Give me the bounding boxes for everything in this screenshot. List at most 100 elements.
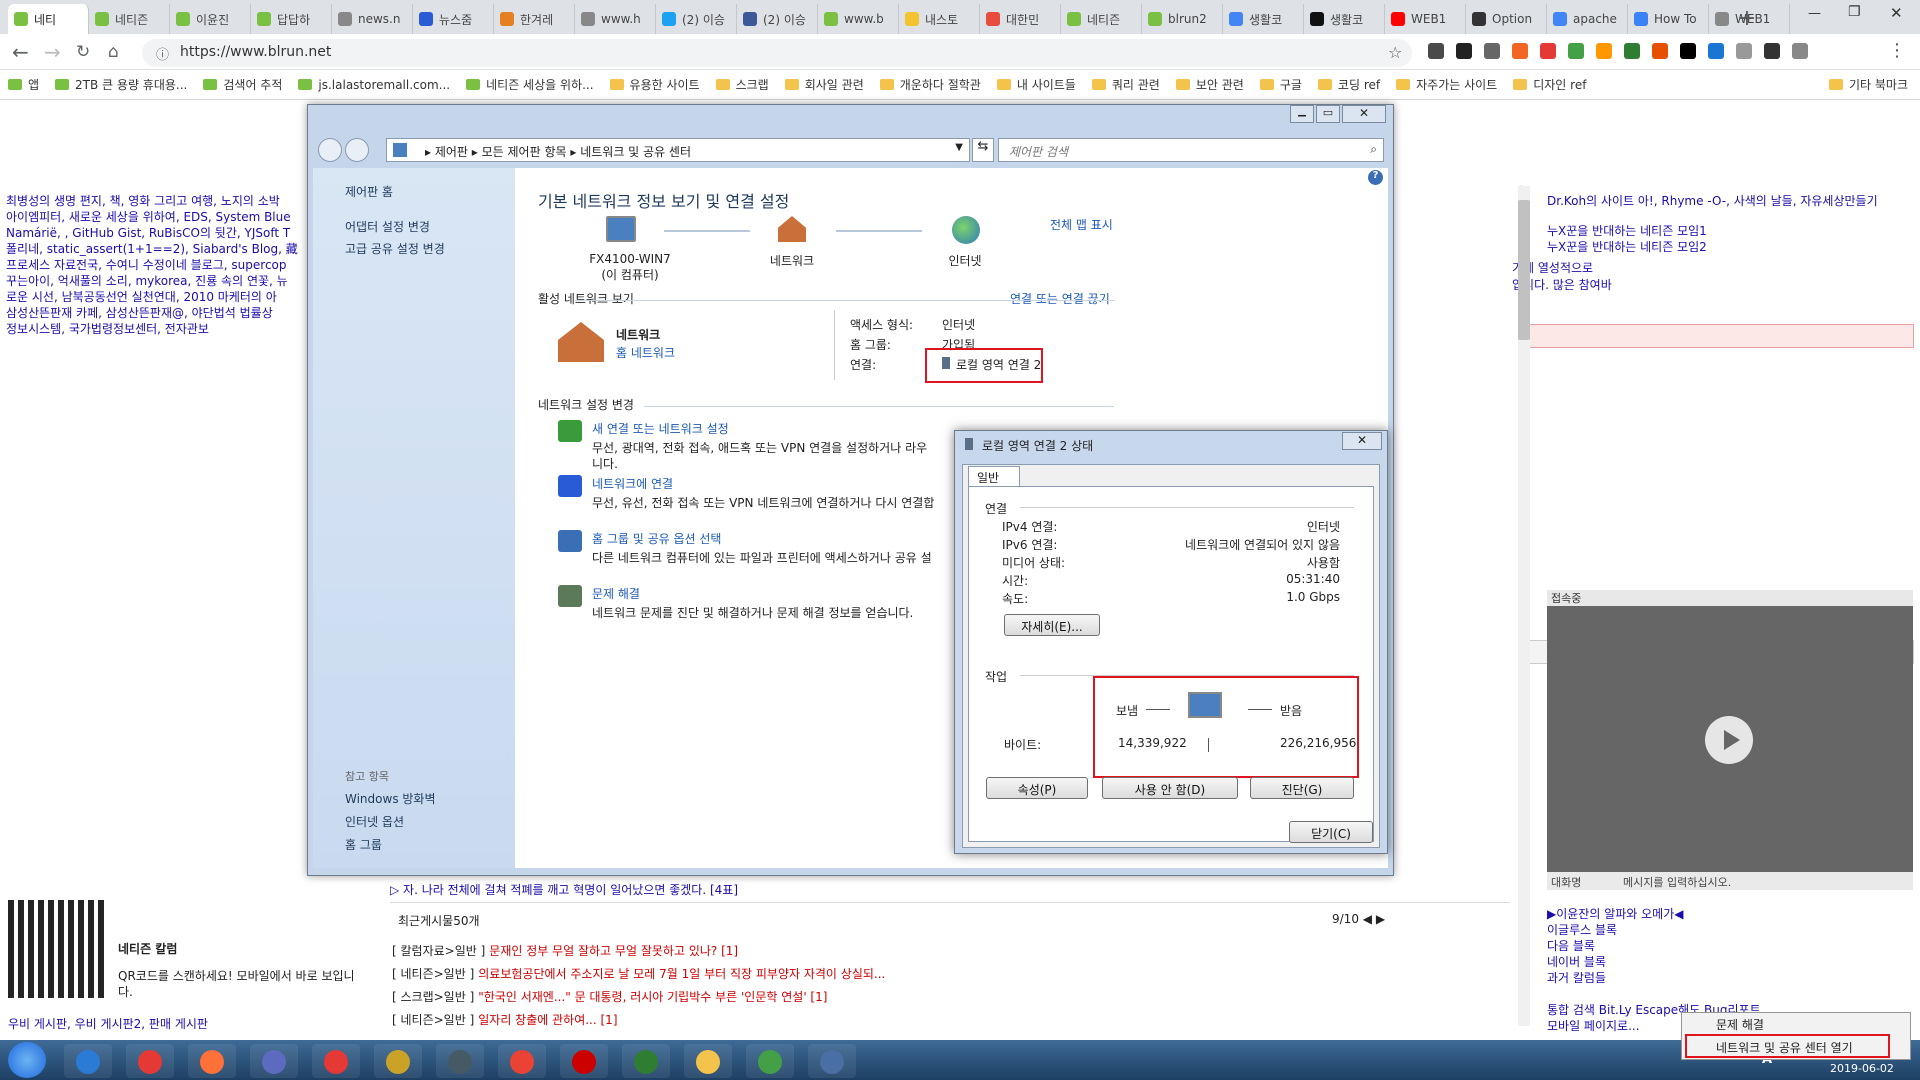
post-row[interactable]: [ 스크랩>일반 ] "한국인 서재엔..." 문 대통령, 러시아 기립박수 부… [392, 988, 827, 1005]
task-link[interactable]: 문제 해결 [592, 585, 640, 602]
next-icon[interactable]: ▶ [1376, 912, 1385, 926]
bookmark-item[interactable]: js.lalastoremall.com... [298, 78, 450, 92]
forward-icon[interactable]: → [44, 40, 61, 64]
play-icon[interactable] [1705, 716, 1753, 764]
blog-links-line[interactable]: 삼성산뜬판재 카페, 삼성산뜬판재@, 야단법석 법률상 [6, 305, 306, 321]
cp-forward-button[interactable] [345, 138, 369, 162]
menu-open-network-center[interactable]: 네트워크 및 공유 센터 열기 [1716, 1039, 1853, 1056]
extension-icon[interactable] [1680, 43, 1696, 59]
bookmark-item[interactable]: 검색어 추적 [203, 76, 282, 93]
right-nav-link[interactable]: 이글루스 블록 [1547, 922, 1617, 938]
taskbar-app[interactable] [312, 1044, 360, 1078]
post-title[interactable]: "한국인 서재엔..." 문 대통령, 러시아 기립박수 부른 '인문학 연설'… [478, 990, 827, 1004]
extension-icon[interactable] [1428, 43, 1444, 59]
tab[interactable]: (2) 이승 [656, 4, 737, 34]
disable-button[interactable]: 사용 안 함(D) [1102, 777, 1238, 799]
blog-links-line[interactable]: 아이엠피터, 새로운 세상을 위하여, EDS, System Blue [6, 209, 306, 225]
diagnose-button[interactable]: 진단(G) [1250, 777, 1354, 799]
extension-icon[interactable] [1792, 43, 1808, 59]
taskbar-app[interactable] [498, 1044, 546, 1078]
page-scrollbar[interactable] [1518, 186, 1530, 1026]
bookmark-item[interactable]: 스크랩 [715, 76, 769, 93]
breadcrumb-item[interactable]: 모든 제어판 항목 [482, 145, 567, 159]
extension-icon[interactable] [1624, 43, 1640, 59]
dialog-close-icon[interactable]: ✕ [1342, 432, 1382, 450]
extension-icon[interactable] [1736, 43, 1752, 59]
minimize-button[interactable]: — [1808, 6, 1821, 21]
right-bottom-link[interactable]: 모바일 페이지로... [1547, 1018, 1640, 1034]
tab[interactable]: How To [1628, 4, 1709, 34]
extension-icon[interactable] [1652, 43, 1668, 59]
breadcrumb-item[interactable]: 네트워크 및 공유 센터 [580, 145, 691, 159]
task-link[interactable]: 네트워크에 연결 [592, 475, 673, 492]
taskbar-app[interactable] [126, 1044, 174, 1078]
tab[interactable]: Option [1466, 4, 1547, 34]
extension-icon[interactable] [1568, 43, 1584, 59]
other-bookmarks[interactable]: 기타 북마크 [1828, 76, 1908, 93]
right-nav-link[interactable]: 과거 칼럼들 [1547, 970, 1606, 986]
new-tab-button[interactable]: + [1734, 6, 1760, 32]
bookmark-item[interactable]: 회사일 관련 [784, 76, 864, 93]
post-title[interactable]: 일자리 창출에 관하여... [1] [478, 1013, 617, 1027]
extension-icon[interactable] [1540, 43, 1556, 59]
bookmark-item[interactable]: 쿼리 관련 [1091, 76, 1160, 93]
tab[interactable]: 내스토 [899, 4, 980, 34]
tab[interactable]: 대한민 [980, 4, 1061, 34]
right-link[interactable]: 누X꾼을 반대하는 네티즌 모임1 [1547, 223, 1707, 239]
extension-icon[interactable] [1764, 43, 1780, 59]
blog-links-line[interactable]: Namárië, , GitHub Gist, RuBisCO의 뒷간, YJS… [6, 225, 306, 241]
close-window-button[interactable]: ✕ [1890, 4, 1903, 22]
tab[interactable]: 이윤진 [170, 4, 251, 34]
taskbar-app[interactable] [436, 1044, 484, 1078]
cp-back-button[interactable] [318, 138, 342, 162]
bookmark-item[interactable]: 앱 [8, 76, 39, 93]
task-link[interactable]: 새 연결 또는 네트워크 설정 [592, 420, 729, 437]
bookmark-item[interactable]: 유용한 사이트 [609, 76, 700, 93]
taskbar-app[interactable] [374, 1044, 422, 1078]
right-nav-link[interactable]: ▶이윤잔의 알파와 오메가◀ [1547, 906, 1684, 922]
right-link[interactable]: Dr.Koh의 사이트 아!, Rhyme -O-, 사색의 날들, 자유세상만… [1547, 193, 1878, 209]
bottom-links[interactable]: 우비 게시판, 우비 게시판2, 판매 게시판 [8, 1016, 208, 1032]
post-title[interactable]: 의료보험공단에서 주소지로 날 모레 7월 1일 부터 직장 피부양자 자격이 … [478, 967, 885, 981]
bookmark-item[interactable]: 개운하다 절학관 [879, 76, 981, 93]
post-row[interactable]: [ 칼럼자료>일반 ] 문재인 정부 무얼 잘하고 무얼 잘못하고 있나? [1] [392, 942, 738, 959]
refresh-icon[interactable]: ⇆ [972, 138, 994, 162]
cp-minimize-button[interactable]: ▁ [1290, 105, 1314, 123]
bookmark-item[interactable]: 디자인 ref [1513, 76, 1586, 93]
extension-icon[interactable] [1596, 43, 1612, 59]
cp-close-button[interactable]: ✕ [1342, 105, 1386, 123]
home-icon[interactable]: ⌂ [108, 42, 119, 62]
taskbar-app[interactable] [684, 1044, 732, 1078]
blog-links-line[interactable]: 꾸는아이, 억새풀의 소리, mykorea, 진룡 속의 연꽃, 뉴 [6, 273, 306, 289]
address-bar[interactable]: ⓘ https://www.blrun.net [142, 39, 1412, 67]
taskbar-app[interactable] [808, 1044, 856, 1078]
taskbar-app[interactable] [560, 1044, 608, 1078]
dropdown-icon[interactable]: ▼ [955, 142, 963, 153]
full-map-link[interactable]: 전체 맵 표시 [1050, 216, 1113, 233]
extension-icon[interactable] [1456, 43, 1472, 59]
tab[interactable]: apache [1547, 4, 1628, 34]
help-icon[interactable]: ? [1368, 170, 1383, 185]
cp-search-input[interactable]: 제어판 검색 ⌕ [998, 138, 1384, 162]
post-row[interactable]: [ 네티즌>일반 ] 일자리 창출에 관하여... [1] [392, 1011, 618, 1028]
bookmark-item[interactable]: 내 사이트들 [996, 76, 1076, 93]
adapter-settings-link[interactable]: 어댑터 설정 변경 [345, 218, 430, 235]
taskbar-app[interactable] [622, 1044, 670, 1078]
bookmark-item[interactable]: 보안 관련 [1175, 76, 1244, 93]
tab[interactable]: 생활코 [1304, 4, 1385, 34]
right-link[interactable]: 누X꾼을 반대하는 네티즌 모임2 [1547, 239, 1707, 255]
advanced-sharing-link[interactable]: 고급 공유 설정 변경 [345, 240, 445, 257]
maximize-button[interactable]: ❐ [1848, 4, 1861, 20]
connect-disconnect-link[interactable]: 연결 또는 연결 끊기 [1010, 290, 1110, 307]
internet-options-link[interactable]: 인터넷 옵션 [345, 813, 404, 830]
menu-troubleshoot[interactable]: 문제 해결 [1716, 1016, 1764, 1033]
taskbar-app[interactable] [250, 1044, 298, 1078]
bookmark-item[interactable]: 자주가는 사이트 [1396, 76, 1497, 93]
firewall-link[interactable]: Windows 방화벽 [345, 790, 436, 807]
menu-icon[interactable]: ⋮ [1888, 40, 1906, 61]
task-link[interactable]: 홈 그룹 및 공유 옵션 선택 [592, 530, 721, 547]
tab[interactable]: (2) 이승 [737, 4, 818, 34]
bookmark-item[interactable]: 2TB 큰 용량 휴대용... [55, 76, 187, 93]
blog-links-line[interactable]: 로운 시선, 남북공동선언 실천연대, 2010 마케터의 아 [6, 289, 306, 305]
blog-links-line[interactable]: 정보시스템, 국가법령정보센터, 전자관보 [6, 321, 306, 337]
